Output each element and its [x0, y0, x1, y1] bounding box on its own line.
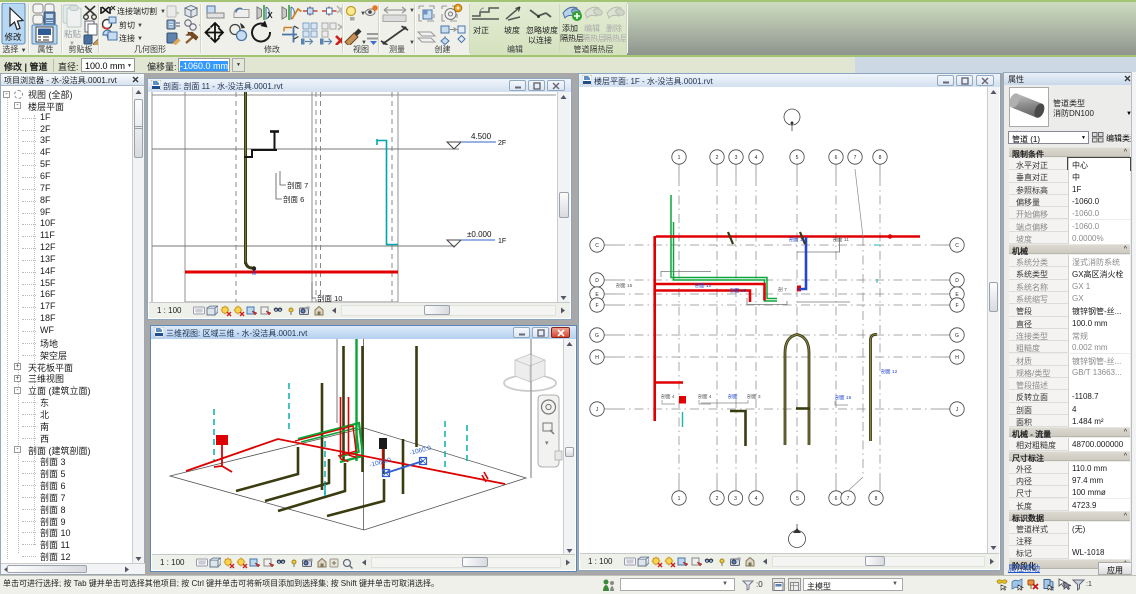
svg-text:隔热层: 隔热层 — [560, 33, 584, 43]
svg-text:修改: 修改 — [5, 32, 23, 42]
svg-text:3: 3 — [734, 496, 737, 502]
svg-text:D: D — [955, 278, 959, 284]
svg-text:M: M — [252, 271, 256, 277]
svg-text:剖面 11: 剖面 11 — [789, 236, 805, 243]
svg-text:H: H — [595, 355, 599, 361]
svg-text:剖面 6: 剖面 6 — [283, 194, 304, 204]
svg-text:G: G — [955, 333, 959, 339]
svg-text:6: 6 — [835, 496, 838, 502]
svg-text:对正: 对正 — [473, 25, 489, 35]
svg-text:7: 7 — [847, 496, 850, 502]
svg-text:隔热层: 隔热层 — [582, 33, 606, 43]
svg-text:1: 1 — [678, 155, 681, 161]
svg-text:8: 8 — [879, 155, 882, 161]
svg-text:剖面 4: 剖面 4 — [661, 393, 675, 400]
svg-text:6: 6 — [835, 155, 838, 161]
svg-text:剖面 7: 剖面 7 — [287, 180, 308, 190]
svg-text:▼: ▼ — [137, 23, 143, 29]
svg-text:剖面 12: 剖面 12 — [881, 368, 898, 375]
svg-text:5: 5 — [796, 496, 799, 502]
svg-text:剖面 15: 剖面 15 — [616, 282, 633, 289]
svg-text:隔热层: 隔热层 — [604, 33, 627, 43]
svg-text:连接: 连接 — [119, 33, 135, 43]
svg-text:F: F — [955, 303, 958, 309]
svg-text:C: C — [595, 243, 599, 249]
svg-text:4: 4 — [755, 155, 758, 161]
svg-text:2F: 2F — [498, 140, 506, 147]
svg-text:2: 2 — [716, 496, 719, 502]
svg-text:▾: ▾ — [545, 440, 549, 447]
svg-text:H: H — [955, 355, 959, 361]
svg-text:添加: 添加 — [562, 23, 578, 33]
svg-text:粘贴: 粘贴 — [64, 29, 82, 39]
svg-text:D: D — [595, 278, 599, 284]
svg-text:±0.000: ±0.000 — [467, 230, 492, 239]
svg-text:忽略坡度: 忽略坡度 — [526, 25, 558, 35]
svg-text:8: 8 — [875, 496, 878, 502]
svg-text:剖面 4: 剖面 4 — [698, 393, 712, 400]
svg-text:1F: 1F — [498, 238, 506, 245]
svg-text:连接端切割: 连接端切割 — [117, 6, 157, 16]
svg-text:编辑: 编辑 — [584, 23, 600, 33]
svg-text:剖面 3: 剖面 3 — [747, 393, 761, 400]
svg-text:剖面 12: 剖面 12 — [695, 282, 712, 289]
svg-text:4: 4 — [755, 496, 758, 502]
svg-text:剖 7: 剖 7 — [778, 286, 787, 293]
svg-text:删除: 删除 — [606, 23, 622, 33]
svg-text:坡度: 坡度 — [504, 25, 520, 35]
svg-text:C: C — [955, 243, 959, 249]
svg-text:1: 1 — [678, 496, 681, 502]
svg-text:5: 5 — [796, 155, 799, 161]
svg-text:3: 3 — [735, 155, 738, 161]
svg-text:2: 2 — [716, 155, 719, 161]
svg-text:剪切: 剪切 — [119, 20, 135, 30]
svg-text:G: G — [595, 333, 599, 339]
svg-text:F: F — [595, 303, 598, 309]
svg-text:剖面 13: 剖面 13 — [730, 287, 747, 294]
svg-text:4.500: 4.500 — [471, 132, 492, 141]
svg-text:▼: ▼ — [160, 9, 166, 15]
svg-text:-1060.0: -1060.0 — [409, 445, 432, 457]
svg-text:剖面 16: 剖面 16 — [835, 394, 852, 401]
svg-text:剖面: 剖面 — [728, 393, 738, 400]
svg-text:剖面 11: 剖面 11 — [833, 236, 849, 243]
svg-text:▼: ▼ — [137, 36, 143, 42]
svg-text:7: 7 — [854, 155, 857, 161]
